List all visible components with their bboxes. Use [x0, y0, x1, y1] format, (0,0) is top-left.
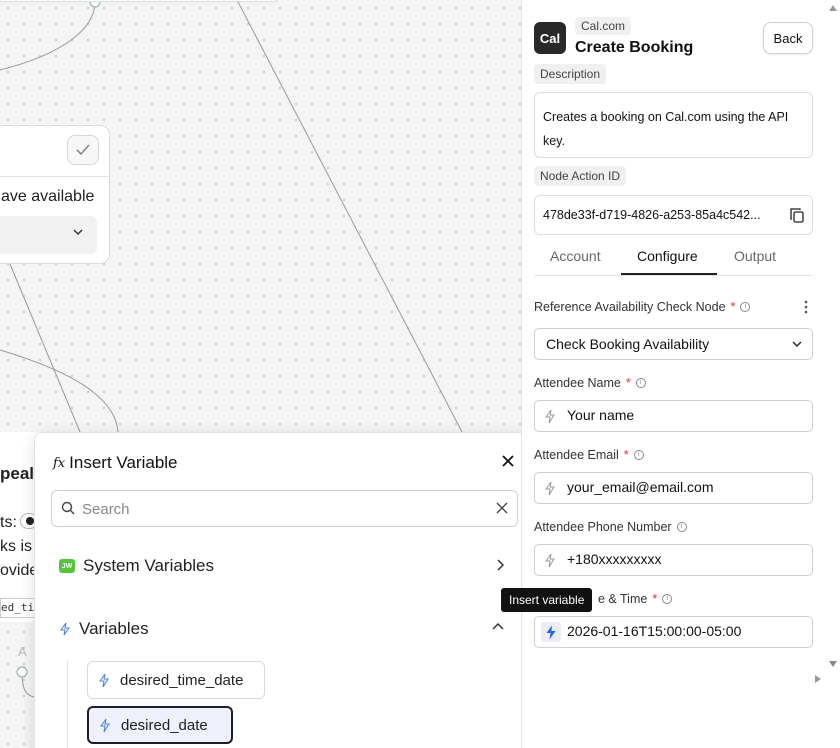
node-id-tag: Node Action ID — [534, 166, 627, 186]
node-select[interactable] — [0, 216, 97, 254]
active-tab-indicator — [621, 273, 717, 275]
check-button[interactable] — [67, 135, 99, 165]
required-mark: * — [652, 592, 658, 606]
popover-title: fx Insert Variable — [53, 453, 178, 473]
bolt-icon — [546, 625, 556, 640]
copy-icon[interactable] — [790, 208, 804, 223]
insert-variable-button[interactable] — [541, 622, 561, 642]
scroll-up-arrow[interactable] — [828, 4, 838, 12]
back-button[interactable]: Back — [763, 22, 813, 54]
insert-variable-popover: fx Insert Variable JW System Variables V… — [34, 432, 533, 748]
field-label-attendee-name: Attendee Name * i — [534, 376, 646, 390]
node-config-panel: Cal Cal.com Create Booking Back Descript… — [521, 0, 840, 748]
info-icon[interactable]: i — [740, 302, 751, 312]
field-label-datetime: e & Time * i — [598, 592, 673, 606]
field-label-reference: Reference Availability Check Node * i — [534, 300, 751, 314]
required-mark: * — [623, 448, 629, 462]
node-text-line: ks is — [0, 538, 32, 555]
required-mark: * — [730, 300, 736, 314]
node-label: ave available — [1, 188, 95, 205]
field-label-attendee-email: Attendee Email * i — [534, 448, 644, 462]
variable-name: desired_date — [121, 716, 208, 734]
fx-icon: fx — [53, 455, 66, 471]
label-text: e & Time — [598, 592, 648, 606]
scroll-down-arrow[interactable] — [828, 660, 838, 668]
tab-configure[interactable]: Configure — [637, 248, 698, 264]
chevron-up-icon — [492, 622, 504, 630]
variable-name: desired_time_date — [120, 671, 244, 689]
tab-account[interactable]: Account — [550, 248, 601, 264]
label-text: Attendee Phone Number — [534, 520, 672, 534]
input-value: 2026-01-16T15:00:00-05:00 — [567, 623, 742, 639]
attendee-phone-input[interactable]: +180xxxxxxxxx — [534, 544, 813, 576]
app-tag: Cal.com — [575, 17, 632, 35]
input-value: Your name — [567, 407, 635, 423]
variable-item[interactable]: desired_time_date — [87, 661, 265, 699]
required-mark: * — [625, 376, 631, 390]
info-icon[interactable]: i — [662, 594, 673, 604]
bolt-icon — [99, 673, 109, 687]
chevron-down-icon — [792, 341, 802, 347]
attendee-email-input[interactable]: your_email@email.com — [534, 472, 813, 504]
description-box: Creates a booking on Cal.com using the A… — [534, 92, 813, 158]
bolt-icon — [60, 622, 70, 636]
info-icon[interactable]: i — [635, 378, 646, 388]
node-id-value: 478de33f-d719-4826-a253-85a4c542... — [543, 208, 761, 222]
system-variables-label: System Variables — [83, 556, 215, 575]
node-text-line: ovide — [0, 562, 39, 579]
bolt-icon — [100, 718, 110, 732]
more-options-icon[interactable] — [804, 300, 808, 314]
insert-variable-tooltip: Insert variable — [501, 588, 593, 612]
system-variables-row[interactable]: JW System Variables — [59, 551, 504, 581]
node-heading: peal — [0, 464, 35, 483]
input-value: your_email@email.com — [567, 479, 714, 495]
node-handle-label: A — [18, 644, 27, 659]
close-icon[interactable] — [500, 453, 516, 469]
node-id-box: 478de33f-d719-4826-a253-85a4c542... — [534, 195, 813, 235]
bolt-icon[interactable] — [544, 481, 556, 496]
variables-label: Variables — [79, 619, 149, 638]
panel-tabs: Account Configure Output — [534, 238, 813, 276]
select-value: Check Booking Availability — [546, 336, 710, 352]
reference-node-select[interactable]: Check Booking Availability — [534, 328, 813, 360]
panel-title: Create Booking — [575, 39, 694, 56]
tree-line — [67, 661, 68, 748]
chevron-down-icon — [73, 229, 83, 236]
node-text-line: ts: — [0, 514, 17, 531]
field-label-attendee-phone: Attendee Phone Number i — [534, 520, 687, 534]
system-variables-icon: JW — [59, 559, 75, 573]
search-input[interactable] — [82, 497, 482, 521]
popover-title-text: Insert Variable — [69, 453, 178, 472]
workflow-node-top[interactable] — [0, 0, 280, 2]
variables-row[interactable]: Variables — [59, 614, 504, 644]
info-icon[interactable]: i — [633, 450, 644, 460]
label-text: Attendee Name — [534, 376, 621, 390]
datetime-input[interactable]: 2026-01-16T15:00:00-05:00 — [534, 616, 813, 648]
search-icon — [61, 501, 75, 515]
cal-logo: Cal — [534, 22, 566, 54]
label-text: Attendee Email — [534, 448, 619, 462]
input-value: +180xxxxxxxxx — [567, 551, 662, 567]
description-tag: Description — [534, 64, 607, 84]
bolt-icon[interactable] — [544, 553, 556, 568]
label-text: Reference Availability Check Node — [534, 300, 726, 314]
variable-item-selected[interactable]: desired_date — [87, 706, 233, 744]
bolt-icon[interactable] — [544, 409, 556, 424]
check-icon — [76, 144, 90, 156]
variable-search-field[interactable] — [51, 490, 518, 527]
attendee-name-input[interactable]: Your name — [534, 400, 813, 432]
info-icon[interactable]: i — [676, 522, 687, 532]
clear-icon[interactable] — [495, 501, 509, 515]
workflow-node-availability[interactable]: ave available — [0, 125, 110, 264]
chevron-right-icon — [497, 559, 504, 571]
node-divider — [0, 176, 109, 177]
scroll-right-arrow[interactable] — [814, 674, 822, 684]
tab-output[interactable]: Output — [734, 248, 776, 264]
